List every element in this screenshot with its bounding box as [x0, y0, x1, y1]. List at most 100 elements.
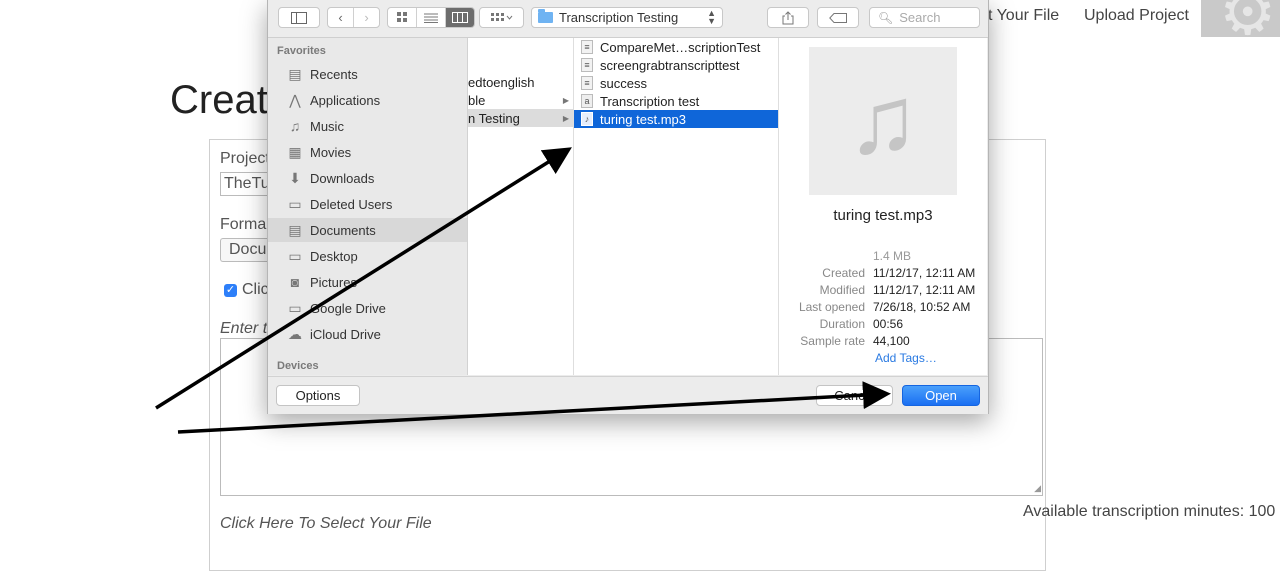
browser-column-1: edtoenglish ble ▶ n Testing ▶ — [468, 38, 574, 375]
preview-filename: turing test.mp3 — [833, 207, 933, 224]
file-row[interactable]: ≡ screengrabtranscripttest — [574, 56, 778, 74]
downloads-icon: ⬇ — [289, 169, 301, 186]
gear-icon: ⚙ — [1219, 0, 1277, 37]
meta-last-opened-key: Last opened — [798, 300, 865, 314]
sidebar-item-label: Google Drive — [310, 300, 386, 316]
location-popup[interactable]: Transcription Testing ▲ ▼ — [531, 7, 723, 28]
dialog-bottom-bar: Options Cancel Open — [268, 376, 988, 414]
tag-icon — [829, 12, 847, 23]
nav-item-select-file[interactable]: t Your File — [988, 7, 1059, 25]
disclosure-arrow-icon: ▶ — [562, 113, 569, 123]
enter-text-label: Enter t — [220, 320, 268, 337]
file-row[interactable]: ≡ success — [574, 74, 778, 92]
arrange-button[interactable] — [479, 7, 524, 28]
dialog-sidebar: Favorites ▤ Recents ⋀ Applications ♫ Mus… — [268, 38, 468, 375]
options-button[interactable]: Options — [276, 385, 360, 406]
file-name: screengrabtranscripttest — [600, 57, 740, 73]
list-icon — [424, 13, 438, 23]
applications-icon: ⋀ — [289, 91, 301, 108]
meta-last-opened-value: 7/26/18, 10:52 AM — [873, 300, 971, 314]
arrange-icon — [490, 12, 512, 21]
favorites-header: Favorites — [277, 45, 326, 57]
sidebar-item-recents[interactable]: ▤ Recents — [268, 62, 467, 86]
dialog-toolbar: ‹ › Transcription Testing ▲ ▼ 🔍︎ Search — [268, 0, 988, 38]
share-button[interactable] — [767, 7, 809, 28]
updown-chevron-icon: ▲ ▼ — [707, 8, 716, 26]
sidebar-toggle-button[interactable] — [278, 7, 320, 28]
back-forward-group: ‹ › — [327, 7, 380, 28]
sidebar-item-deleted-users[interactable]: ▭ Deleted Users — [268, 192, 467, 216]
list-view-button[interactable] — [417, 8, 446, 27]
columns-icon — [452, 12, 468, 23]
sidebar-item-movies[interactable]: ▦ Movies — [268, 140, 467, 164]
preview-size: 1.4 MB — [873, 249, 912, 263]
back-button[interactable]: ‹ — [328, 8, 354, 27]
option-checkbox-label: Clic — [242, 281, 269, 298]
sidebar-item-label: Recents — [310, 66, 358, 82]
tag-button[interactable] — [817, 7, 859, 28]
share-icon — [782, 10, 794, 24]
meta-duration-value: 00:56 — [873, 317, 904, 331]
meta-created-value: 11/12/17, 12:11 AM — [873, 266, 976, 280]
sidebar-item-applications[interactable]: ⋀ Applications — [268, 88, 467, 112]
browser-column-2: ≡ CompareMet…scriptionTest ≡ screengrabt… — [574, 38, 779, 375]
file-row[interactable]: ≡ CompareMet…scriptionTest — [574, 38, 778, 56]
sidebar-item-label: Documents — [310, 222, 376, 238]
sidebar-toggle-icon — [291, 11, 307, 24]
sidebar-item-label: Applications — [310, 92, 381, 108]
search-placeholder: Search — [899, 10, 941, 25]
folder-row-selected[interactable]: n Testing ▶ — [468, 109, 573, 127]
sidebar-item-desktop[interactable]: ▭ Desktop — [268, 244, 467, 268]
sidebar-item-label: Music — [310, 118, 344, 134]
recents-icon: ▤ — [288, 65, 302, 82]
search-input[interactable]: 🔍︎ Search — [869, 7, 980, 28]
cancel-button[interactable]: Cancel — [816, 385, 893, 406]
location-label: Transcription Testing — [559, 10, 679, 25]
file-name: Transcription test — [600, 93, 700, 109]
sidebar-item-icloud-drive[interactable]: ☁ iCloud Drive — [268, 322, 467, 346]
meta-sample-rate-value: 44,100 — [873, 334, 910, 348]
file-icon: ≡ — [581, 76, 593, 90]
music-note-icon: ♫ — [809, 47, 957, 195]
meta-created-key: Created — [822, 266, 865, 280]
preview-pane: ♫ turing test.mp3 1.4 MB Created 11/12/1… — [779, 38, 987, 375]
select-file-link[interactable]: Click Here To Select Your File — [220, 515, 432, 533]
column-view-button[interactable] — [446, 8, 474, 27]
sidebar-item-label: Downloads — [310, 170, 375, 186]
open-button[interactable]: Open — [902, 385, 980, 406]
meta-modified-key: Modified — [819, 283, 865, 297]
sidebar-item-label: Desktop — [310, 248, 358, 264]
resize-handle-icon[interactable]: ◢ — [1034, 483, 1041, 494]
sidebar-item-documents[interactable]: ▤ Documents — [268, 218, 467, 242]
add-tags-link[interactable]: Add Tags… — [875, 351, 937, 365]
sidebar-item-google-drive[interactable]: ▭ Google Drive — [268, 296, 467, 320]
cloud-icon: ☁ — [288, 325, 302, 342]
sidebar-item-music[interactable]: ♫ Music — [268, 114, 467, 138]
document-icon: a — [581, 94, 593, 108]
open-file-dialog: ‹ › Transcription Testing ▲ ▼ 🔍︎ Search … — [267, 0, 989, 414]
folder-row[interactable]: edtoenglish — [468, 73, 573, 91]
disclosure-arrow-icon: ▶ — [562, 95, 569, 105]
sidebar-item-label: Movies — [310, 144, 352, 160]
file-name: success — [600, 75, 647, 91]
available-minutes: Available transcription minutes: 100 — [1023, 503, 1276, 520]
chevron-right-icon: › — [364, 10, 369, 25]
icon-view-button[interactable] — [388, 8, 417, 27]
forward-button[interactable]: › — [354, 8, 379, 27]
file-row[interactable]: a Transcription test — [574, 92, 778, 110]
documents-icon: ▤ — [288, 221, 302, 238]
folder-row[interactable]: ble ▶ — [468, 91, 573, 109]
sidebar-item-label: iCloud Drive — [310, 326, 381, 342]
file-row-selected[interactable]: ♪ turing test.mp3 — [574, 110, 778, 128]
sidebar-item-label: Pictures — [310, 274, 357, 290]
nav-item-upload-project[interactable]: Upload Project — [1084, 7, 1189, 25]
sidebar-item-downloads[interactable]: ⬇ Downloads — [268, 166, 467, 190]
audio-file-icon: ♪ — [581, 112, 593, 126]
sidebar-item-pictures[interactable]: ◙ Pictures — [268, 270, 467, 294]
meta-sample-rate-key: Sample rate — [800, 334, 865, 348]
settings-button[interactable]: ⚙ — [1201, 0, 1280, 37]
desktop-icon: ▭ — [288, 247, 302, 264]
project-name-label: Project — [220, 150, 270, 167]
option-checkbox[interactable]: ✓ — [224, 284, 237, 297]
folder-icon: ▭ — [288, 195, 302, 212]
